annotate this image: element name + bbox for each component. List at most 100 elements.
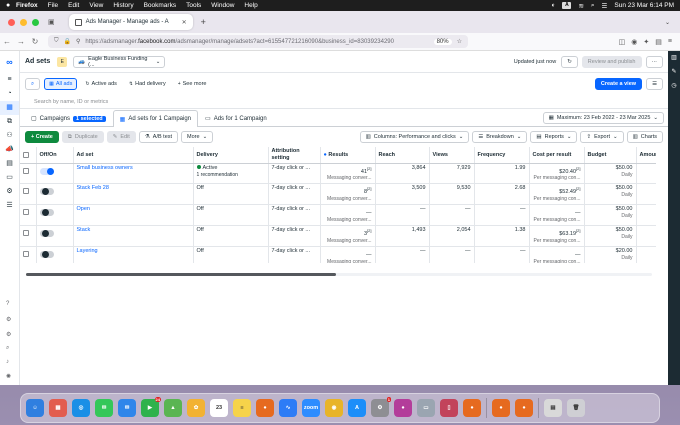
adset-name-link[interactable]: Layering <box>77 248 98 254</box>
extensions-icon[interactable]: ✦ <box>643 38 649 46</box>
dock-app-calendar[interactable]: 23 <box>210 399 228 417</box>
breakdown-button[interactable]: ☰ Breakdown ⌄ <box>472 131 528 143</box>
row-select-cell[interactable] <box>20 246 37 263</box>
input-source-indicator[interactable]: A <box>562 2 572 9</box>
url-bar[interactable]: ⛉ 🔒 ⚲ https://adsmanager. facebook.com/ad… <box>48 35 468 48</box>
bug-icon[interactable]: ✺ <box>6 373 11 380</box>
tab-list-chevron-icon[interactable]: ⌄ <box>665 19 670 26</box>
filter-all-ads[interactable]: ▦ All ads <box>44 78 78 90</box>
column-header-views[interactable]: Views <box>429 147 475 164</box>
help-icon[interactable]: ? <box>6 301 9 307</box>
column-header-off-on[interactable]: Off/On <box>36 147 74 164</box>
duplicate-button[interactable]: ⧉ Duplicate <box>61 131 104 143</box>
dock-app-document[interactable]: ▤ <box>544 399 562 417</box>
menu-window[interactable]: Window <box>211 2 234 9</box>
sidebar-toggle-icon[interactable]: ▤ <box>655 38 662 46</box>
menu-app-name[interactable]: Firefox <box>16 2 38 9</box>
charts-button[interactable]: ▥ Charts <box>626 131 663 143</box>
apple-icon[interactable]: ● <box>6 2 16 9</box>
menu-history[interactable]: History <box>113 2 133 9</box>
permissions-icon[interactable]: ⚲ <box>76 38 80 45</box>
selected-count-badge[interactable]: 1 selected <box>73 115 106 122</box>
dock-app-finder[interactable]: ☺ <box>26 399 44 417</box>
column-header-cost-per-result[interactable]: Cost per result <box>529 147 585 164</box>
more-options-button[interactable]: ··· <box>645 55 663 68</box>
dock-app-launchpad[interactable]: ▦ <box>49 399 67 417</box>
adset-name-link[interactable]: Open <box>77 206 90 212</box>
reports-button[interactable]: ▤ Reports ⌄ <box>530 131 578 143</box>
dock-app-firefox[interactable]: ● <box>256 399 274 417</box>
dock-app-firefox-3[interactable]: ● <box>492 399 510 417</box>
filter-see-more[interactable]: + See more <box>174 78 211 90</box>
filter-had-delivery[interactable]: ↯ Had delivery <box>125 78 170 90</box>
column-header-delivery[interactable]: Delivery <box>193 147 269 164</box>
search-icon[interactable]: ⌕ <box>6 345 9 352</box>
zoom-level[interactable]: 80% <box>433 38 452 45</box>
close-tab-icon[interactable]: ✕ <box>182 19 187 26</box>
refresh-button[interactable]: ↻ <box>561 55 578 68</box>
select-all-cell[interactable] <box>20 147 37 164</box>
account-icon[interactable]: ◉ <box>631 38 637 46</box>
table-row[interactable]: Small business owners Active 1 recommendat… <box>20 163 656 185</box>
column-header-frequency[interactable]: Frequency <box>474 147 530 164</box>
dock-app-safari[interactable]: ◎ <box>72 399 90 417</box>
menu-file[interactable]: File <box>48 2 58 9</box>
adset-name-link[interactable]: Stack Feb 28 <box>77 185 109 191</box>
edit-button[interactable]: ✎ Edit <box>106 131 136 143</box>
column-header-reach[interactable]: Reach <box>375 147 430 164</box>
table-row[interactable]: Open Off 7-day click or ... — Messaging conv… <box>20 204 656 226</box>
app-menu-icon[interactable]: ≡ <box>668 38 672 46</box>
new-tab-button[interactable]: + <box>201 17 206 27</box>
back-button[interactable]: ← <box>0 37 14 46</box>
horizontal-scrollbar[interactable] <box>26 273 336 276</box>
adset-name-link[interactable]: Small business owners <box>77 165 133 171</box>
dock-app-mail[interactable]: ✉ <box>118 399 136 417</box>
tab-ad-sets[interactable]: ▦ Ad sets for 1 Campaign <box>112 110 199 127</box>
adset-toggle[interactable] <box>39 167 54 175</box>
create-button[interactable]: + Create <box>25 131 59 143</box>
column-header-results[interactable]: ● Results <box>320 147 376 164</box>
history-icon[interactable]: ◷ <box>668 79 680 93</box>
dock-app-app-store[interactable]: A <box>348 399 366 417</box>
meta-logo-icon[interactable]: ∞ <box>0 51 19 73</box>
forward-button[interactable]: → <box>14 37 28 46</box>
tab-ads[interactable]: ▭ Ads for 1 Campaign <box>198 110 274 126</box>
bookmark-star-icon[interactable]: ☆ <box>457 38 462 45</box>
dock-app-firefox-4[interactable]: ● <box>515 399 533 417</box>
row-checkbox[interactable] <box>23 209 29 216</box>
select-all-checkbox[interactable] <box>23 152 29 158</box>
megaphone-icon[interactable]: 📣 <box>0 143 19 157</box>
search-input[interactable]: Search by name, ID or metrics <box>20 95 668 109</box>
create-view-button[interactable]: Create a view <box>594 78 643 90</box>
table-row[interactable]: Layering Off 7-day click or ... — Messaging … <box>20 246 656 263</box>
row-checkbox[interactable] <box>23 250 29 257</box>
menu-edit[interactable]: Edit <box>68 2 79 9</box>
filter-active-ads[interactable]: ↻ Active ads <box>81 78 121 90</box>
row-select-cell[interactable] <box>20 204 37 226</box>
control-icon[interactable]: ◐ <box>552 2 556 9</box>
column-header-ad-set[interactable]: Ad set <box>73 147 194 164</box>
column-header-attribution[interactable]: Attribution setting <box>268 147 321 164</box>
copy-icon[interactable]: ⧉ <box>0 115 19 129</box>
dock-app-maps[interactable]: ▲ <box>164 399 182 417</box>
dock-app-messenger[interactable]: ∿ <box>279 399 297 417</box>
search-icon[interactable]: ⌕ <box>591 2 595 10</box>
menu-icon[interactable]: ≡ <box>0 73 19 87</box>
menu-bookmarks[interactable]: Bookmarks <box>144 2 177 9</box>
search-button[interactable]: ⌕ <box>25 78 41 90</box>
control-center-icon[interactable]: ☰ <box>602 2 608 10</box>
campaigns-grid-icon[interactable]: ▦ <box>0 101 19 115</box>
menu-help[interactable]: Help <box>244 2 257 9</box>
column-header-amount-spent[interactable]: Amount s <box>636 147 656 164</box>
more-button[interactable]: More ⌄ <box>181 131 214 143</box>
dock-app-trash[interactable]: 🗑 <box>567 399 585 417</box>
billing-icon[interactable]: ▭ <box>0 171 19 185</box>
account-overview-icon[interactable]: ◔ <box>0 87 19 101</box>
dock-app-system-settings[interactable]: ⚙ 1 <box>371 397 391 417</box>
bell-icon[interactable]: ♪ <box>6 359 9 365</box>
audience-icon[interactable]: ⚇ <box>0 129 19 143</box>
lock-icon[interactable]: 🔒 <box>64 38 71 45</box>
row-checkbox[interactable] <box>23 229 29 236</box>
dock-app-firefox-dev[interactable]: ● <box>394 399 412 417</box>
dock-app-photos[interactable]: ✿ <box>187 399 205 417</box>
